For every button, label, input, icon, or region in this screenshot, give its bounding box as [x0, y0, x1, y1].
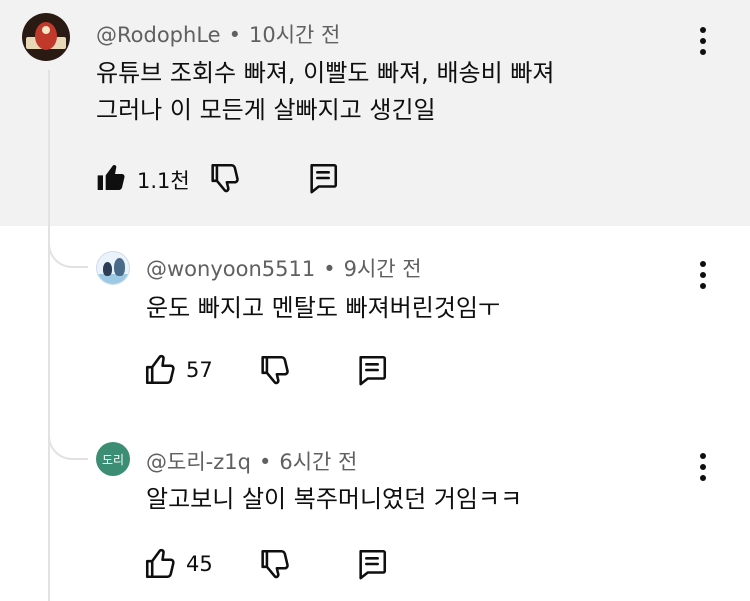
more-vert-icon[interactable] [698, 452, 708, 482]
timestamp[interactable]: 10시간 전 [249, 23, 340, 47]
comment-text-line-1: 유튜브 조회수 빠져, 이빨도 빠져, 배송비 빠져 [96, 59, 555, 87]
reply-icon[interactable] [305, 161, 341, 195]
like-count: 57 [186, 358, 213, 382]
thumbs-up-icon[interactable] [143, 353, 177, 387]
reply-thread-line [48, 70, 50, 601]
thumbs-down-icon[interactable] [257, 547, 291, 581]
author-name[interactable]: @RodophLe [96, 23, 221, 47]
avatar-label: 도리 [101, 452, 125, 467]
comment-text-line-2: 그러나 이 모든게 살빠지고 생긴일 [96, 96, 436, 124]
thumbs-down-icon[interactable] [207, 161, 241, 195]
comment-header: @RodophLe • 10시간 전 [96, 19, 340, 49]
more-vert-icon[interactable] [698, 260, 708, 290]
author-name[interactable]: @wonyoon5511 [146, 257, 315, 281]
avatar[interactable] [96, 251, 130, 285]
reply-header: @도리-z1q • 6시간 전 [146, 446, 357, 476]
reply-thread-branch [48, 236, 88, 268]
avatar[interactable]: 도리 [96, 442, 130, 476]
reply-icon[interactable] [354, 353, 390, 387]
timestamp[interactable]: 9시간 전 [344, 257, 422, 281]
thumbs-up-icon[interactable] [94, 162, 128, 194]
like-count: 1.1천 [137, 169, 190, 193]
separator-dot: • [323, 257, 336, 281]
reply-thread-branch [48, 428, 88, 460]
reply-text: 알고보니 살이 복주머니였던 거임ㅋㅋ [146, 485, 523, 513]
author-name[interactable]: @도리-z1q [146, 450, 251, 474]
separator-dot: • [228, 23, 241, 47]
thumbs-down-icon[interactable] [257, 353, 291, 387]
thumbs-up-icon[interactable] [143, 547, 177, 581]
reply-icon[interactable] [354, 547, 390, 581]
reply-header: @wonyoon5511 • 9시간 전 [146, 253, 422, 283]
timestamp[interactable]: 6시간 전 [279, 450, 357, 474]
separator-dot: • [258, 450, 272, 474]
more-vert-icon[interactable] [698, 26, 708, 56]
avatar[interactable] [22, 13, 70, 61]
like-count: 45 [186, 552, 213, 576]
reply-text: 운도 빠지고 멘탈도 빠져버린것임ㅜ [146, 294, 501, 322]
